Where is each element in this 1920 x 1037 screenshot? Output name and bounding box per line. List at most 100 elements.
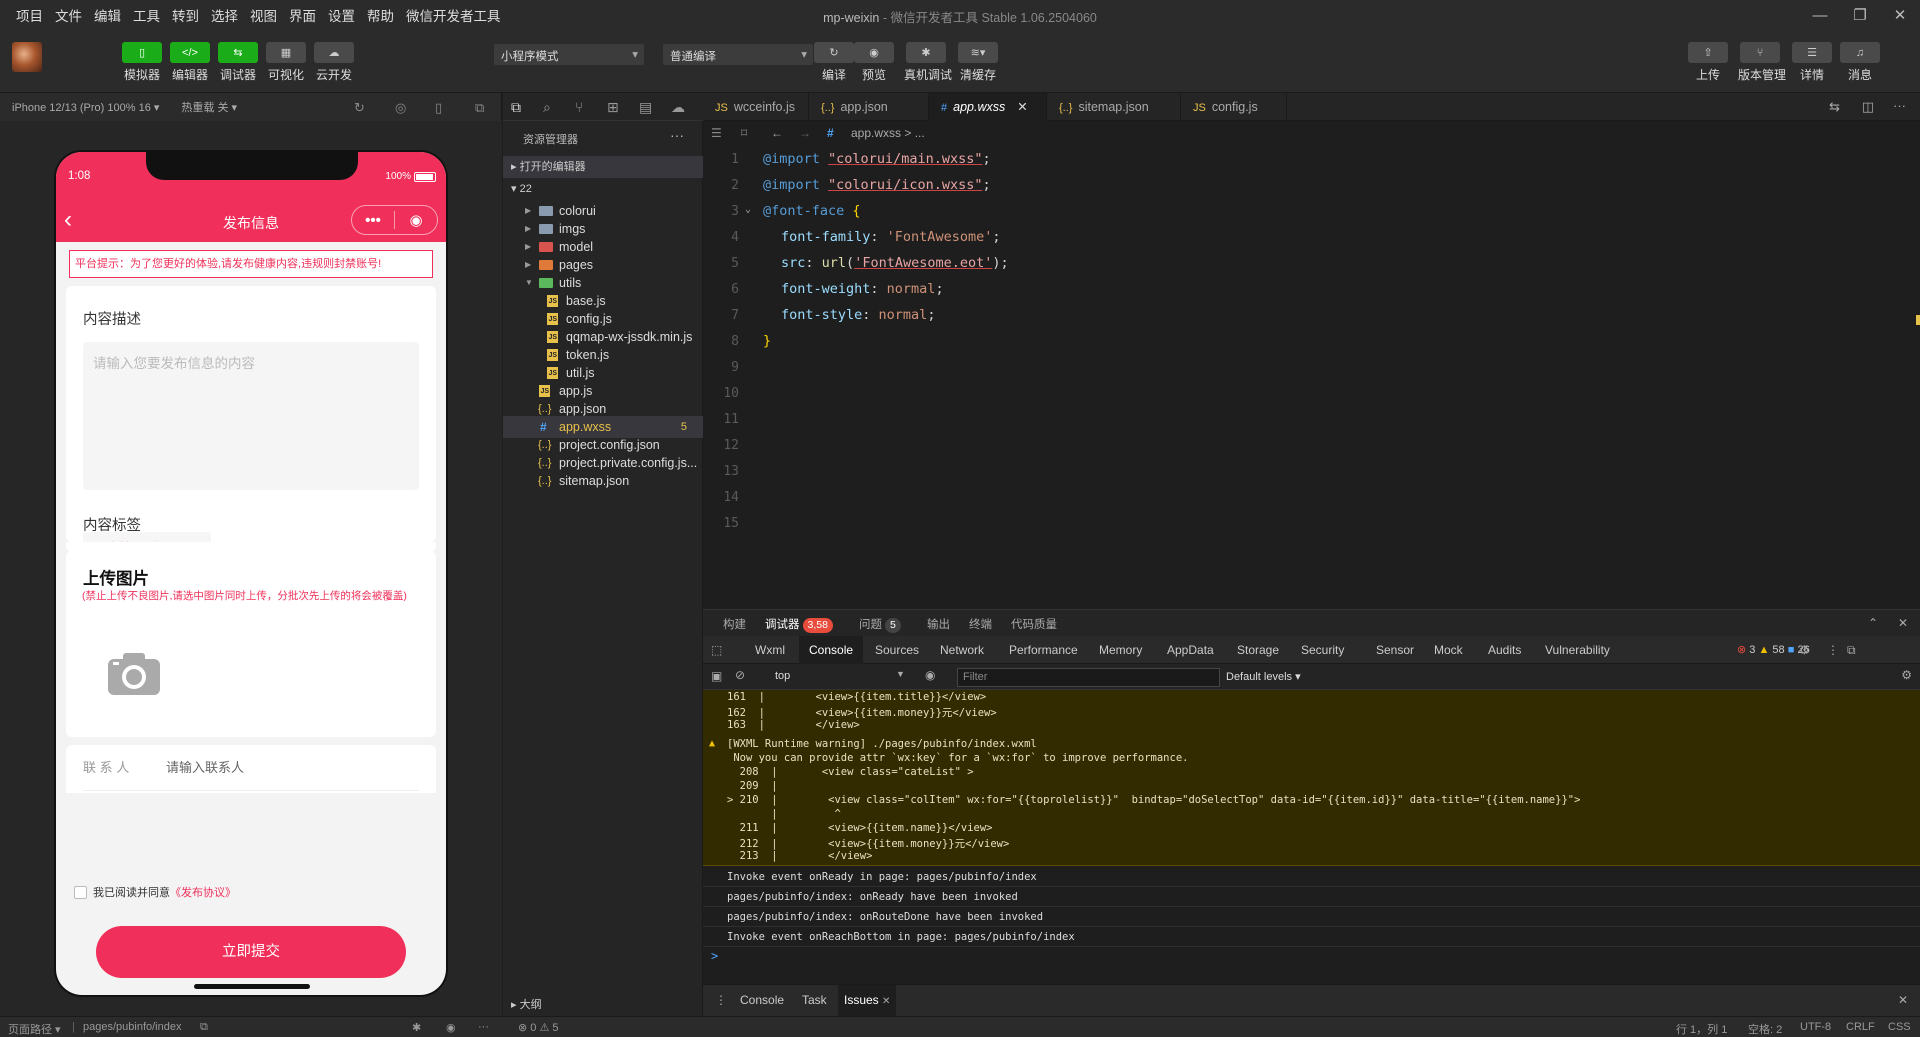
tab-debugger[interactable]: 调试器 3,58 [765, 616, 833, 633]
tab-code-quality[interactable]: 代码质量 [1011, 616, 1057, 632]
files-icon[interactable]: ⧉ [511, 99, 521, 116]
submit-button[interactable]: 立即提交 [96, 926, 406, 978]
visual-button[interactable]: ▦ 可视化 [264, 42, 308, 83]
phone-rotate-icon[interactable]: ▯ [435, 100, 442, 116]
eye-icon[interactable]: ◉ [446, 1021, 456, 1034]
tab-output[interactable]: 输出 [927, 616, 950, 632]
menu-edit[interactable]: 编辑 [88, 5, 127, 25]
popout-icon[interactable]: ⧉ [475, 100, 484, 116]
eye-icon[interactable]: ◉ [925, 668, 935, 682]
close-drawer-tab-icon[interactable]: ✕ [882, 996, 890, 1007]
outline-section[interactable]: ▸ 大纲 [511, 996, 542, 1012]
menu-tools[interactable]: 工具 [127, 5, 166, 25]
devtools-tab-storage[interactable]: Storage [1237, 636, 1279, 664]
sidebar-toggle-icon[interactable]: ▣ [711, 669, 722, 683]
cloud-button[interactable]: ☁ 云开发 [312, 42, 356, 83]
devtools-tab-wxml[interactable]: Wxml [755, 636, 785, 664]
menu-interface[interactable]: 界面 [283, 5, 322, 25]
preview-button[interactable]: ◉ 预览 [852, 42, 896, 83]
inspect-element-icon[interactable]: ⬚ [711, 636, 722, 664]
devtools-tab-memory[interactable]: Memory [1099, 636, 1142, 664]
upload-button[interactable]: ⇧ 上传 [1686, 42, 1730, 83]
hot-reload-toggle[interactable]: 热重载 关 ▾ [159, 99, 237, 115]
page-path-label[interactable]: 页面路径 ▾ [8, 1021, 61, 1037]
tab-terminal[interactable]: 终端 [969, 616, 992, 632]
console-prompt[interactable]: > [711, 949, 718, 963]
bug-icon[interactable]: ✱ [412, 1021, 421, 1034]
menu-view[interactable]: 视图 [244, 5, 283, 25]
close-panel-icon[interactable]: ✕ [1898, 616, 1908, 630]
tab-app-wxss[interactable]: # app.wxss ✕ [929, 93, 1047, 121]
storage-icon[interactable]: ▤ [639, 99, 652, 116]
language-mode[interactable]: CSS [1888, 1021, 1911, 1033]
agree-link[interactable]: 《发布协议》 [170, 884, 236, 900]
file-encoding[interactable]: UTF-8 [1800, 1021, 1831, 1033]
menu-help[interactable]: 帮助 [361, 5, 400, 25]
restore-icon[interactable]: ❐ [1840, 0, 1880, 30]
tab-config-js[interactable]: JS config.js [1181, 93, 1287, 121]
indent-setting[interactable]: 空格: 2 [1748, 1021, 1782, 1037]
menu-settings[interactable]: 设置 [322, 5, 361, 25]
minimize-icon[interactable]: — [1800, 0, 1840, 30]
devtools-tab-audits[interactable]: Audits [1488, 636, 1521, 664]
device-select[interactable]: iPhone 12/13 (Pro) 100% 16 ▾ [0, 101, 159, 114]
close-drawer-icon[interactable]: ✕ [1898, 993, 1908, 1007]
clear-cache-button[interactable]: ≋▾ 清缓存 [956, 42, 1000, 83]
messages-button[interactable]: ♫ 消息 [1838, 42, 1882, 83]
drawer-menu-icon[interactable]: ⋮ [715, 993, 727, 1007]
camera-icon[interactable] [106, 651, 162, 700]
filter-input[interactable]: Filter [957, 668, 1220, 687]
contact-input[interactable]: 请输入联系人 [166, 757, 244, 776]
agree-checkbox[interactable] [74, 885, 87, 899]
cursor-position[interactable]: 行 1，列 1 [1676, 1021, 1727, 1037]
close-tab-icon[interactable]: ✕ [1017, 100, 1027, 114]
compile-mode-select[interactable]: 普通编译 [663, 44, 813, 65]
real-debug-button[interactable]: ✱ 真机调试 [904, 42, 952, 83]
simulator-button[interactable]: ▯ 模拟器 [120, 42, 164, 83]
search-icon[interactable]: ⌕ [543, 99, 551, 116]
stop-icon[interactable]: ◎ [395, 100, 406, 116]
list-icon[interactable]: ☰ [711, 121, 722, 145]
tree-item[interactable]: {..} sitemap.json [503, 470, 703, 492]
compare-icon[interactable]: ⇆ [1829, 99, 1840, 115]
devtools-tab-sensor[interactable]: Sensor [1376, 636, 1414, 664]
extensions-icon[interactable]: ⊞ [607, 99, 619, 116]
close-window-icon[interactable]: ✕ [1880, 0, 1920, 30]
more-dots-icon[interactable]: ••• [352, 212, 394, 229]
devtools-tab-network[interactable]: Network [940, 636, 984, 664]
drawer-tab-task[interactable]: Task [802, 993, 827, 1007]
drawer-tab-issues[interactable]: Issues ✕ [838, 985, 897, 1016]
drawer-tab-console[interactable]: Console [740, 993, 784, 1007]
devtools-tab-vulnerability[interactable]: Vulnerability [1545, 636, 1610, 664]
source-control-icon[interactable]: ⑂ [575, 99, 583, 115]
open-editors-section[interactable]: ▸ 打开的编辑器 [503, 156, 703, 178]
menu-project[interactable]: 项目 [10, 5, 49, 25]
tab-wcceinfo[interactable]: JS wcceinfo.js [703, 93, 809, 121]
mode-select[interactable]: 小程序模式 [494, 44, 644, 65]
page-path[interactable]: pages/pubinfo/index [83, 1021, 181, 1033]
more-options-icon[interactable]: ··· [1893, 98, 1906, 113]
editor-button[interactable]: </> 编辑器 [168, 42, 212, 83]
undock-icon[interactable]: ⧉ [1847, 636, 1856, 664]
tab-app-json[interactable]: {..} app.json [809, 93, 929, 121]
context-select[interactable]: top [775, 670, 790, 682]
desc-textarea[interactable]: 请输入您要发布信息的内容 [83, 342, 419, 490]
back-icon[interactable]: ← [771, 121, 783, 145]
forward-icon[interactable]: → [799, 121, 811, 145]
cloud-sync-icon[interactable]: ☁ [671, 99, 685, 116]
copy-icon[interactable]: ⧉ [200, 1021, 208, 1034]
menu-goto[interactable]: 转到 [166, 5, 205, 25]
tab-sitemap-json[interactable]: {..} sitemap.json [1047, 93, 1181, 121]
more-options-icon[interactable]: ··· [478, 1021, 489, 1033]
collapse-panel-icon[interactable]: ⌃ [1868, 616, 1878, 630]
levels-select[interactable]: Default levels ▾ [1226, 670, 1301, 683]
user-avatar[interactable] [12, 42, 42, 72]
devtools-tab-security[interactable]: Security [1301, 636, 1344, 664]
devtools-tab-appdata[interactable]: AppData [1167, 636, 1214, 664]
reload-icon[interactable]: ↻ [354, 100, 365, 116]
clear-console-icon[interactable]: ⊘ [735, 668, 745, 682]
devtools-tab-sources[interactable]: Sources [875, 636, 919, 664]
line-ending[interactable]: CRLF [1846, 1021, 1875, 1033]
devtools-tab-mock[interactable]: Mock [1434, 636, 1463, 664]
compile-button[interactable]: ↻ 编译 [812, 42, 856, 83]
